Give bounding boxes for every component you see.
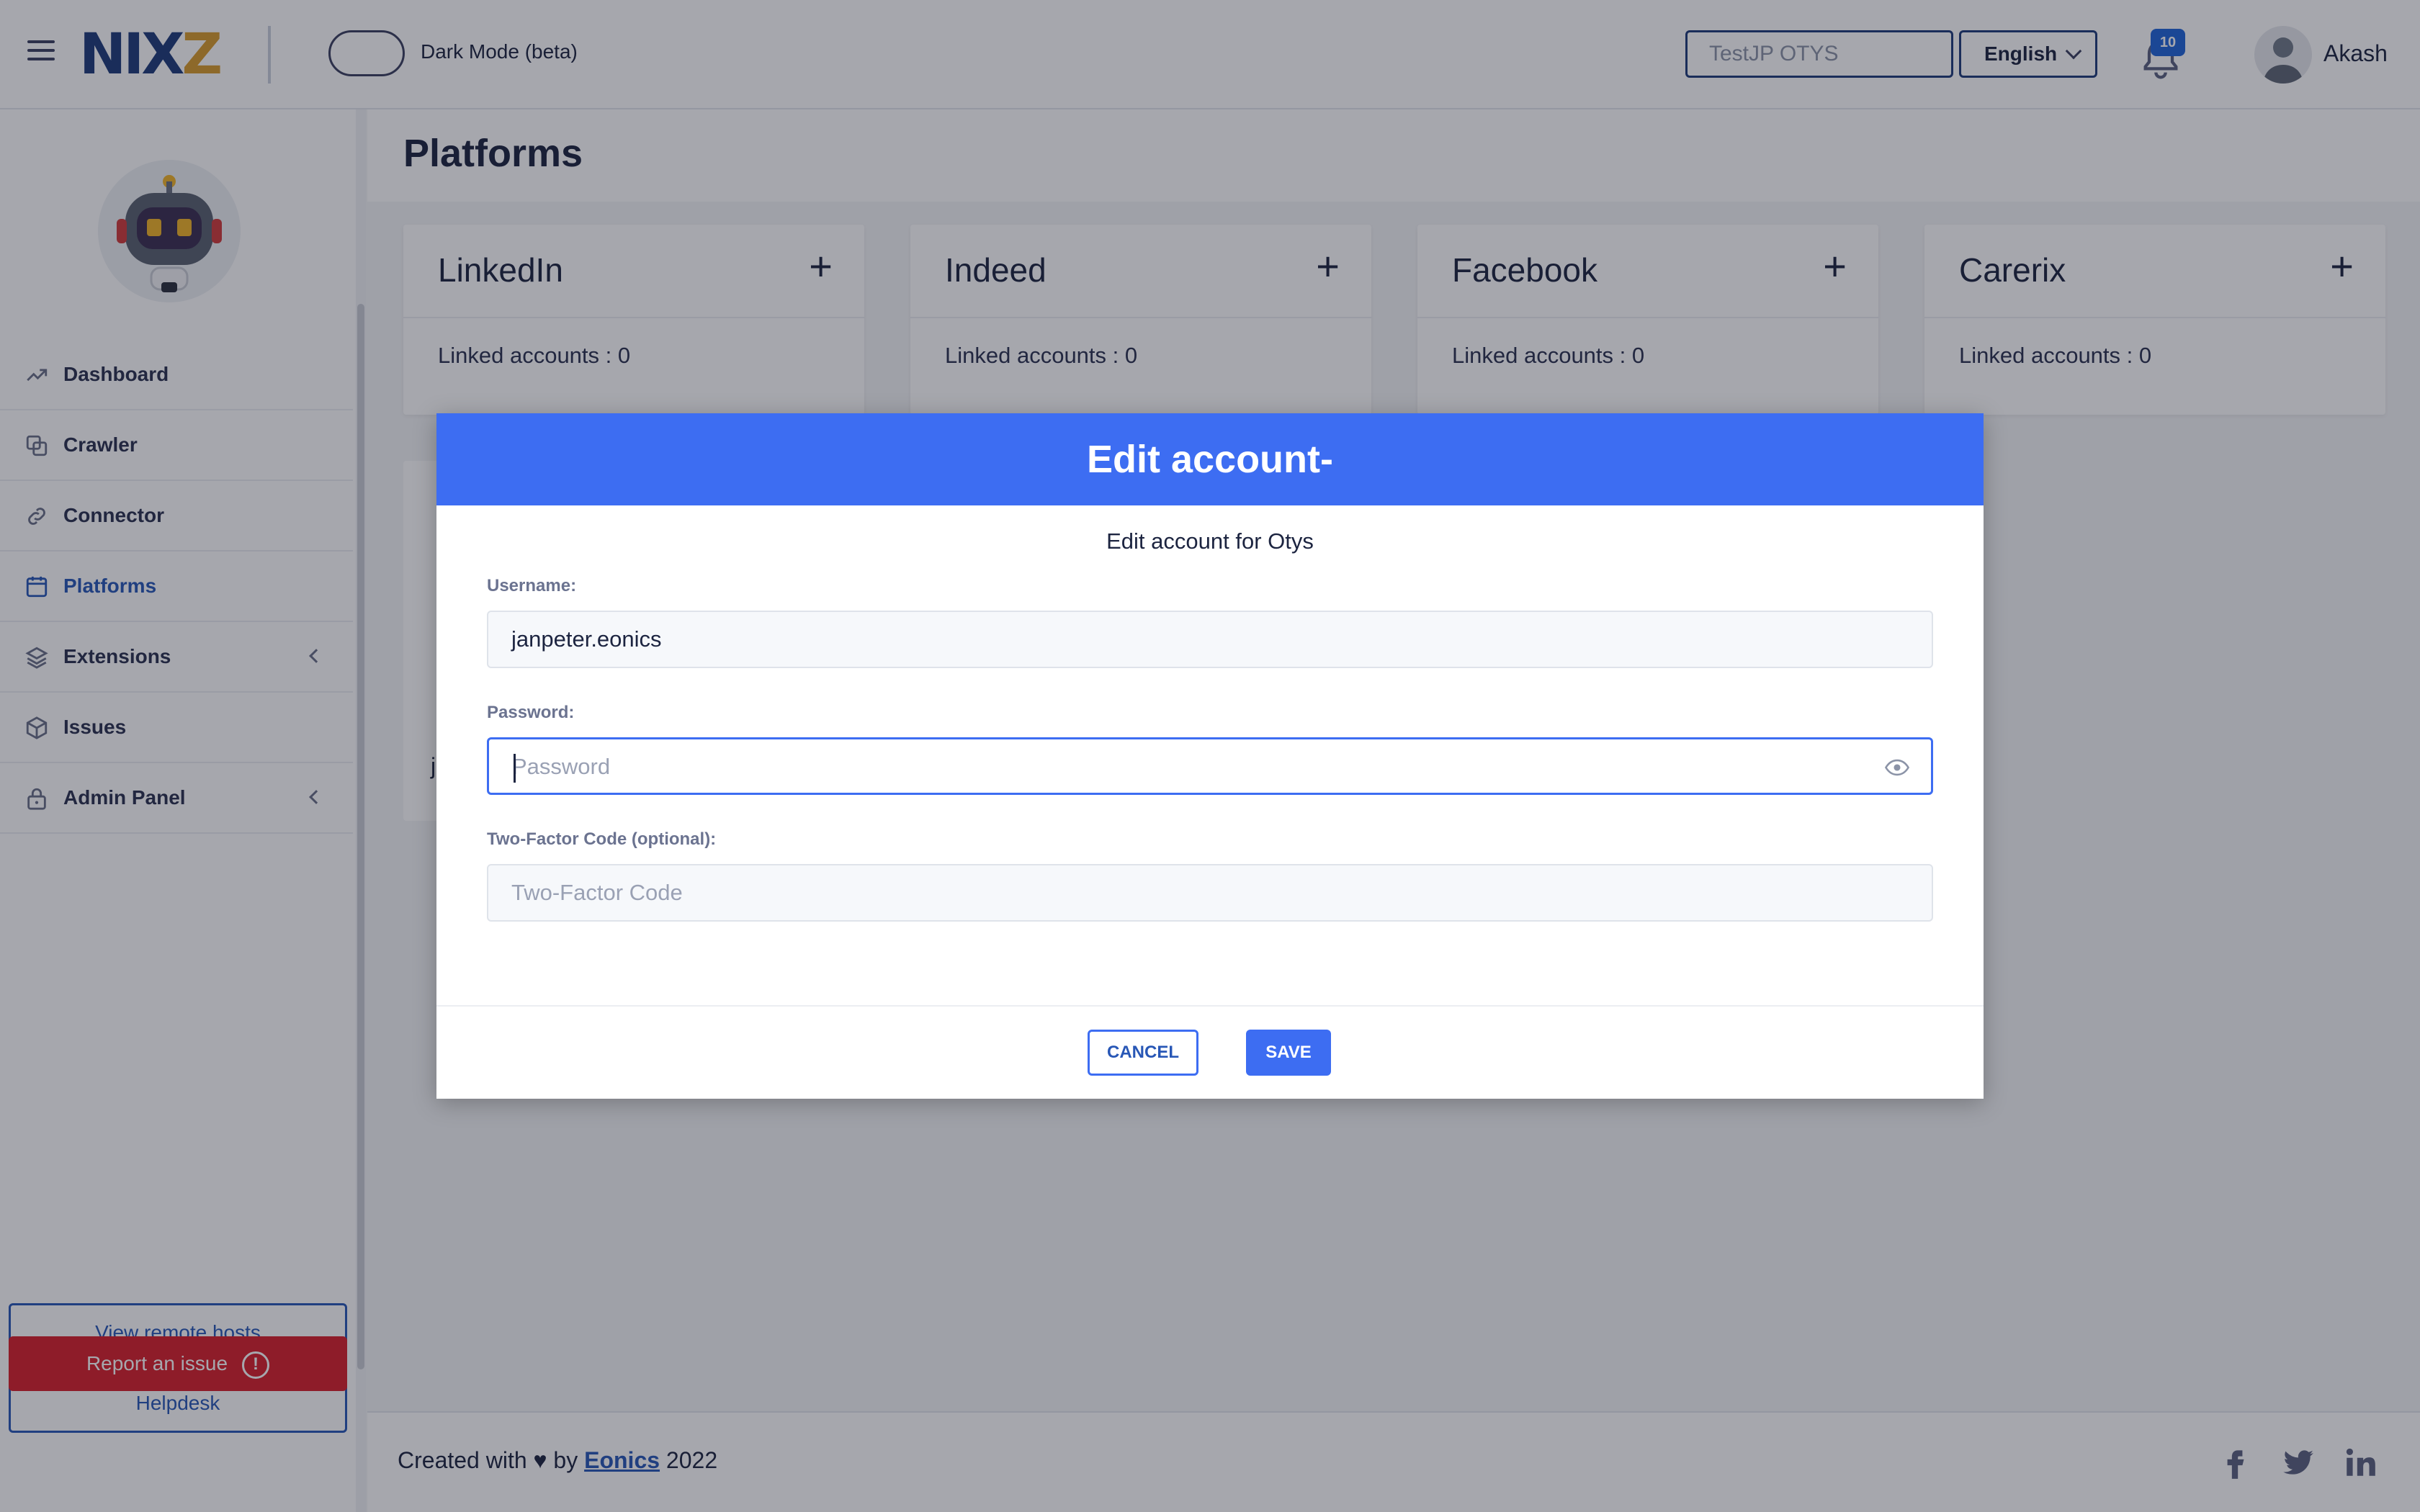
password-field[interactable]: Password	[487, 737, 1933, 795]
save-button[interactable]: SAVE	[1246, 1030, 1331, 1076]
two-factor-label: Two-Factor Code (optional):	[487, 829, 717, 849]
modal-subtitle: Edit account for Otys	[1106, 528, 1314, 554]
password-label: Password:	[487, 703, 575, 722]
eye-icon[interactable]	[1885, 758, 1909, 777]
edit-account-modal: Edit account- Edit account for Otys User…	[436, 413, 1984, 1099]
text-caret	[514, 754, 516, 783]
cancel-button[interactable]: CANCEL	[1088, 1030, 1198, 1076]
modal-title: Edit account-	[436, 413, 1984, 505]
username-label: Username:	[487, 576, 577, 595]
password-placeholder: Password	[512, 754, 611, 779]
two-factor-field[interactable]: Two-Factor Code	[487, 864, 1933, 922]
username-field[interactable]: janpeter.eonics	[487, 611, 1933, 668]
modal-footer-divider	[436, 1005, 1984, 1007]
